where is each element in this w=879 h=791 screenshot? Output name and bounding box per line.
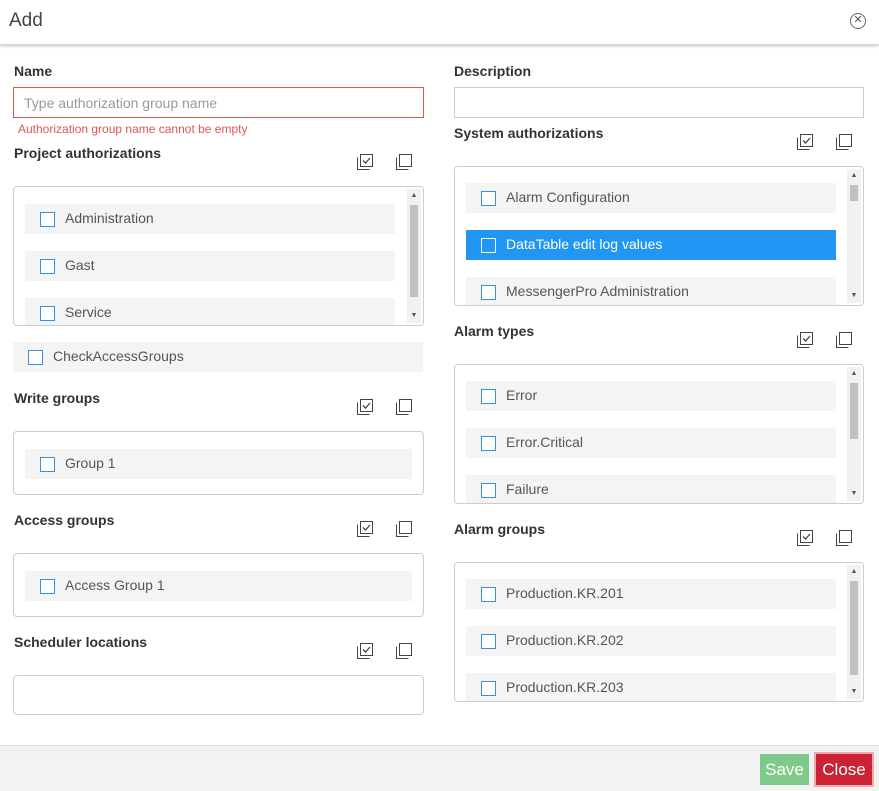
copy-icon[interactable] bbox=[836, 530, 852, 546]
select-all-icon[interactable] bbox=[357, 521, 373, 537]
checkbox[interactable] bbox=[481, 436, 496, 451]
checkbox[interactable] bbox=[481, 285, 496, 300]
copy-icon[interactable] bbox=[396, 643, 412, 659]
list-item[interactable]: Error.Critical bbox=[466, 428, 836, 458]
list-item[interactable]: Error bbox=[466, 381, 836, 411]
scrollbar[interactable]: ▲ ▼ bbox=[407, 189, 421, 323]
scroll-up-arrow-icon[interactable]: ▲ bbox=[847, 367, 861, 381]
project-authorizations-list: Administration Gast Service ▲ ▼ bbox=[13, 186, 424, 326]
checkbox[interactable] bbox=[28, 350, 43, 365]
select-all-icon[interactable] bbox=[357, 643, 373, 659]
scrollbar-thumb[interactable] bbox=[850, 383, 858, 439]
scrollbar-thumb[interactable] bbox=[850, 581, 858, 675]
list-item[interactable]: Alarm Configuration bbox=[466, 183, 836, 213]
project-authorizations-label: Project authorizations bbox=[14, 145, 162, 161]
scroll-up-arrow-icon[interactable]: ▲ bbox=[407, 189, 421, 203]
list-item[interactable]: Failure bbox=[466, 475, 836, 503]
write-groups-label: Write groups bbox=[14, 390, 101, 406]
checkbox[interactable] bbox=[481, 483, 496, 498]
list-item[interactable]: Production.KR.202 bbox=[466, 626, 836, 656]
checkbox[interactable] bbox=[481, 238, 496, 253]
copy-icon[interactable] bbox=[836, 332, 852, 348]
select-all-icon[interactable] bbox=[797, 530, 813, 546]
scroll-down-arrow-icon[interactable]: ▼ bbox=[847, 487, 861, 501]
name-error: Authorization group name cannot be empty bbox=[18, 122, 248, 136]
alarm-types-label: Alarm types bbox=[454, 323, 535, 339]
scroll-down-arrow-icon[interactable]: ▼ bbox=[407, 309, 421, 323]
copy-icon[interactable] bbox=[396, 154, 412, 170]
checkbox[interactable] bbox=[40, 579, 55, 594]
checkbox[interactable] bbox=[40, 457, 55, 472]
access-groups-list: Access Group 1 bbox=[13, 553, 424, 617]
select-all-icon[interactable] bbox=[357, 399, 373, 415]
checkbox[interactable] bbox=[40, 259, 55, 274]
scrollbar-thumb[interactable] bbox=[850, 185, 858, 201]
dialog-header: Add ✕ bbox=[0, 0, 879, 45]
list-item[interactable]: Production.KR.203 bbox=[466, 673, 836, 701]
close-icon[interactable]: ✕ bbox=[850, 13, 866, 29]
scheduler-locations-list bbox=[13, 675, 424, 715]
list-item-selected[interactable]: DataTable edit log values bbox=[466, 230, 836, 260]
dialog-footer: Save Close bbox=[0, 745, 879, 791]
list-item[interactable]: Access Group 1 bbox=[25, 571, 412, 601]
select-all-icon[interactable] bbox=[357, 154, 373, 170]
scroll-up-arrow-icon[interactable]: ▲ bbox=[847, 565, 861, 579]
list-item[interactable]: Gast bbox=[25, 251, 395, 281]
copy-icon[interactable] bbox=[396, 399, 412, 415]
checkbox[interactable] bbox=[481, 191, 496, 206]
check-access-groups-item[interactable]: CheckAccessGroups bbox=[13, 342, 423, 372]
write-groups-list: Group 1 bbox=[13, 431, 424, 495]
system-authorizations-list: Alarm Configuration DataTable edit log v… bbox=[454, 166, 864, 306]
select-all-icon[interactable] bbox=[797, 332, 813, 348]
scrollbar-thumb[interactable] bbox=[410, 205, 418, 297]
scrollbar[interactable]: ▲ ▼ bbox=[847, 169, 861, 303]
description-input[interactable] bbox=[454, 87, 864, 118]
select-all-icon[interactable] bbox=[797, 134, 813, 150]
scrollbar[interactable]: ▲ ▼ bbox=[847, 565, 861, 699]
checkbox[interactable] bbox=[481, 681, 496, 696]
alarm-types-list: Error Error.Critical Failure ▲ ▼ bbox=[454, 364, 864, 504]
list-item[interactable]: Service bbox=[25, 298, 395, 325]
checkbox[interactable] bbox=[481, 634, 496, 649]
description-label: Description bbox=[454, 63, 532, 79]
access-groups-label: Access groups bbox=[14, 512, 115, 528]
alarm-groups-label: Alarm groups bbox=[454, 521, 546, 537]
scroll-up-arrow-icon[interactable]: ▲ bbox=[847, 169, 861, 183]
dialog-title: Add bbox=[9, 10, 43, 31]
list-item[interactable]: MessengerPro Administration bbox=[466, 277, 836, 305]
checkbox[interactable] bbox=[481, 389, 496, 404]
alarm-groups-list: Production.KR.201 Production.KR.202 Prod… bbox=[454, 562, 864, 702]
copy-icon[interactable] bbox=[836, 134, 852, 150]
save-button[interactable]: Save bbox=[760, 754, 809, 785]
checkbox[interactable] bbox=[40, 212, 55, 227]
scroll-down-arrow-icon[interactable]: ▼ bbox=[847, 289, 861, 303]
scroll-down-arrow-icon[interactable]: ▼ bbox=[847, 685, 861, 699]
close-button[interactable]: Close bbox=[816, 754, 872, 785]
copy-icon[interactable] bbox=[396, 521, 412, 537]
list-item[interactable]: Group 1 bbox=[25, 449, 412, 479]
list-item[interactable]: Production.KR.201 bbox=[466, 579, 836, 609]
scheduler-locations-label: Scheduler locations bbox=[14, 634, 148, 650]
name-label: Name bbox=[14, 63, 53, 79]
list-item[interactable]: Administration bbox=[25, 204, 395, 234]
checkbox[interactable] bbox=[481, 587, 496, 602]
system-authorizations-label: System authorizations bbox=[454, 125, 604, 141]
name-input[interactable] bbox=[13, 87, 424, 118]
scrollbar[interactable]: ▲ ▼ bbox=[847, 367, 861, 501]
checkbox[interactable] bbox=[40, 306, 55, 321]
